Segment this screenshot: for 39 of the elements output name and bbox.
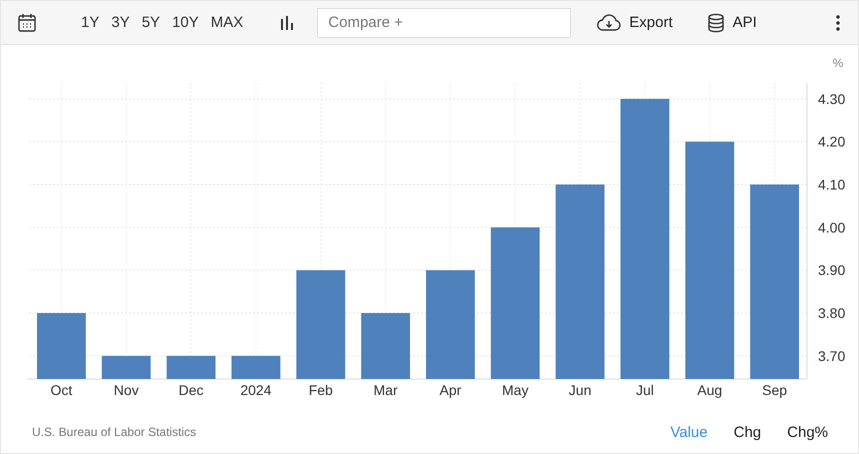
database-icon xyxy=(706,12,725,32)
export-button[interactable]: Export xyxy=(595,12,675,34)
cloud-download-icon xyxy=(597,14,622,32)
range-button[interactable]: 10Y xyxy=(166,14,205,31)
axis-label: Jun xyxy=(568,382,592,398)
axis-label: 2024 xyxy=(240,382,272,398)
axis-label: Mar xyxy=(374,382,398,398)
axis-label: Nov xyxy=(114,382,139,398)
axis-label: 3.90 xyxy=(818,262,846,278)
unit-label: % xyxy=(832,56,844,70)
bar xyxy=(232,356,280,379)
range-button[interactable]: 1Y xyxy=(75,14,106,31)
axis-label: 3.80 xyxy=(818,305,846,322)
axis-label: 4.00 xyxy=(818,219,846,236)
source-text: U.S. Bureau of Labor Statistics xyxy=(32,425,198,439)
axis-label: May xyxy=(502,382,528,398)
axis-label: Feb xyxy=(308,382,333,398)
mode-tab[interactable]: Chg xyxy=(708,424,762,440)
range-button[interactable]: 3Y xyxy=(105,14,136,31)
bar xyxy=(37,313,86,379)
range-button[interactable]: MAX xyxy=(204,14,250,31)
compare-field[interactable]: Compare + xyxy=(317,8,572,38)
axis-label: Sep xyxy=(762,382,788,398)
axis-label: 4.20 xyxy=(818,134,846,150)
axis-label: 4.30 xyxy=(818,90,846,107)
range-button[interactable]: 5Y xyxy=(136,14,166,31)
axis-label: Oct xyxy=(50,382,72,398)
axis-label: Aug xyxy=(697,382,722,398)
axis-label: Dec xyxy=(178,382,204,398)
api-button[interactable]: API xyxy=(704,10,759,34)
more-icon[interactable] xyxy=(834,12,842,32)
axis-label: 3.70 xyxy=(818,348,846,364)
axis-label: Jul xyxy=(636,382,654,398)
bar xyxy=(361,313,410,379)
mode-tab[interactable]: Chg% xyxy=(761,424,828,440)
bar xyxy=(166,356,216,379)
bar xyxy=(102,356,151,379)
axis-label: 4.10 xyxy=(818,176,846,193)
axis-label: Apr xyxy=(440,382,462,398)
